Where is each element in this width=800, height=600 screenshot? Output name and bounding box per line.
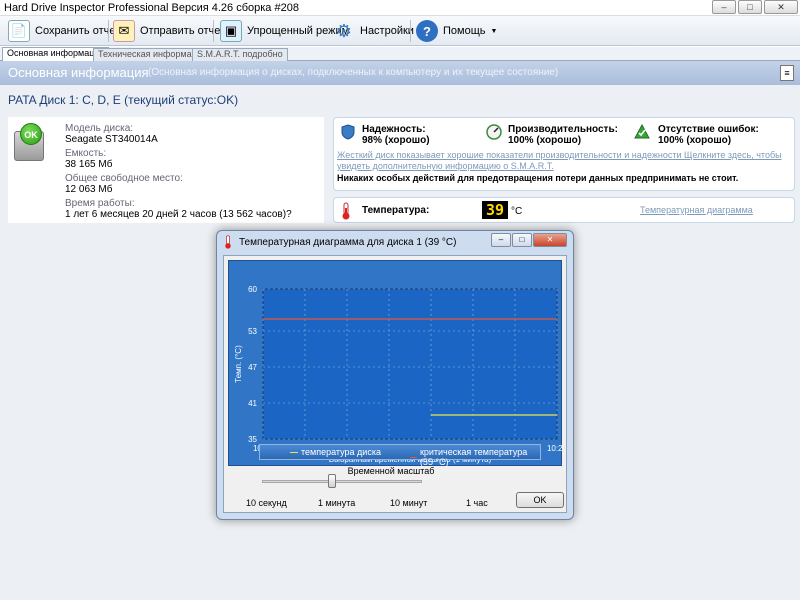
help-label: Помощь <box>443 25 486 37</box>
y-axis-label: Темп. (°C) <box>234 345 243 383</box>
disk-info-panel: OK Модель диска: Seagate ST340014A Емкос… <box>8 117 324 223</box>
send-report-button[interactable]: ✉ Отправить отчет <box>113 19 225 43</box>
model-label: Модель диска: <box>65 123 134 134</box>
y-tick-label: 60 <box>248 285 257 294</box>
temperature-chart: 10:2210:2310:2410:2510:2610:2710:2810:29… <box>228 260 568 467</box>
scale-tick-label: 10 минут <box>390 498 428 508</box>
dialog-window-controls: – □ ✕ <box>491 233 567 247</box>
y-tick-label: 47 <box>248 363 257 372</box>
save-report-icon: 📄 <box>8 20 30 42</box>
settings-button[interactable]: ⚙ Настройки <box>333 19 414 43</box>
plot-area <box>262 288 558 440</box>
uptime-value: 1 лет 6 месяцев 20 дней 2 часов (13 562 … <box>65 209 292 220</box>
toolbar-separator <box>410 20 411 42</box>
legend-critical-temp: критическая температура (55 °C) <box>410 447 540 467</box>
help-button[interactable]: ? Помощь ▼ <box>416 19 497 43</box>
toolbar-separator <box>108 20 109 42</box>
uptime-label: Время работы: <box>65 198 135 209</box>
minimize-button[interactable]: – <box>712 0 736 14</box>
legend-disk-temp-swatch <box>290 451 298 453</box>
dialog-body: 10:2210:2310:2410:2510:2610:2710:2810:29… <box>223 255 568 513</box>
simple-mode-icon: ▣ <box>220 20 242 42</box>
chart-legend: температура диска критическая температур… <box>259 444 541 467</box>
envelope-icon: ✉ <box>113 20 135 42</box>
errors-value: 100% (хорошо) <box>658 135 732 146</box>
recommendation-text: Никаких особых действий для предотвращен… <box>337 173 739 183</box>
temperature-panel: Температура: 39 °C Температурная диаграм… <box>333 197 795 223</box>
settings-label: Настройки <box>360 25 414 37</box>
y-tick-label: 53 <box>248 327 257 336</box>
y-tick-label: 35 <box>248 435 257 444</box>
scale-tick-label: 1 минута <box>318 498 356 508</box>
dialog-minimize-button[interactable]: – <box>491 233 511 247</box>
status-panel: Надежность: 98% (хорошо) Производительно… <box>333 117 795 191</box>
temperature-label: Температура: <box>362 205 430 216</box>
ok-status-icon: OK <box>20 123 42 145</box>
ok-button[interactable]: OK <box>516 492 564 508</box>
dialog-close-button[interactable]: ✕ <box>533 233 567 247</box>
window-title: Hard Drive Inspector Professional Версия… <box>4 2 299 14</box>
model-value: Seagate ST340014A <box>65 134 158 145</box>
capacity-label: Емкость: <box>65 148 107 159</box>
scale-tick-label: 10 секунд <box>246 498 287 508</box>
gear-icon: ⚙ <box>335 20 353 41</box>
tab-bar: Основная информация Техническая информац… <box>0 47 800 61</box>
scale-tick-label: 1 час <box>466 498 488 508</box>
legend-critical-temp-label: критическая температура (55 °C) <box>419 447 528 467</box>
chart-svg: 10:2210:2310:2410:2510:2610:2710:2810:29… <box>234 285 568 464</box>
reliability-label-text: Надежность: <box>362 124 426 135</box>
window-controls: – □ ✕ <box>712 0 798 14</box>
performance-label: Производительность: <box>508 124 618 135</box>
x-tick-label: 10:29 <box>547 444 563 453</box>
shield-icon <box>341 124 355 140</box>
section-title: Основная информация <box>8 65 149 80</box>
legend-disk-temp: температура диска <box>290 447 381 457</box>
toolbar: 📄 Сохранить отчет ✉ Отправить отчет ▣ Уп… <box>0 16 800 46</box>
free-space-label: Общее свободное место: <box>65 173 183 184</box>
hard-drive-icon: OK <box>14 123 48 163</box>
thermometer-icon <box>225 235 231 249</box>
help-icon: ? <box>416 20 438 42</box>
disk-title: PATA Диск 1: C, D, E (текущий статус:OK) <box>8 93 239 107</box>
temperature-unit: °C <box>511 206 523 217</box>
free-space-value: 12 063 Мб <box>65 184 113 195</box>
title-bar: Hard Drive Inspector Professional Версия… <box>0 0 800 16</box>
smart-info-link[interactable]: Жесткий диск показывает хорошие показате… <box>337 150 789 172</box>
dialog-title: Температурная диаграмма для диска 1 (39 … <box>239 237 457 248</box>
legend-critical-temp-swatch <box>410 456 417 458</box>
time-scale-slider[interactable] <box>262 480 422 483</box>
close-button[interactable]: ✕ <box>764 0 798 14</box>
errors-label-text: Отсутствие ошибок: <box>658 124 759 135</box>
performance-label-text: Производительность: <box>508 124 618 135</box>
time-scale-slider-thumb[interactable] <box>328 474 336 488</box>
thermometer-icon <box>342 202 350 220</box>
save-report-button[interactable]: 📄 Сохранить отчет <box>8 19 120 43</box>
tab-smart-details[interactable]: S.M.A.R.T. подробно <box>192 48 288 61</box>
gauge-icon <box>486 124 502 140</box>
section-subtitle: (Основная информация о дисках, подключен… <box>148 67 559 78</box>
reliability-label: Надежность: <box>362 124 426 135</box>
legend-disk-temp-label: температура диска <box>301 447 381 457</box>
toolbar-separator <box>213 20 214 42</box>
dialog-maximize-button[interactable]: □ <box>512 233 532 247</box>
temperature-chart-link[interactable]: Температурная диаграмма <box>640 205 753 215</box>
checkmark-triangle-icon <box>634 124 650 139</box>
y-tick-label: 41 <box>248 399 257 408</box>
temperature-display: 39 <box>482 201 508 219</box>
maximize-button[interactable]: □ <box>738 0 762 14</box>
errors-label: Отсутствие ошибок: <box>658 124 759 135</box>
capacity-value: 38 165 Мб <box>65 159 113 170</box>
performance-value: 100% (хорошо) <box>508 135 582 146</box>
chevron-down-icon: ▼ <box>490 27 498 35</box>
temperature-chart-dialog: Температурная диаграмма для диска 1 (39 … <box>216 230 574 520</box>
section-header: Основная информация (Основная информация… <box>0 61 800 85</box>
reliability-value: 98% (хорошо) <box>362 135 430 146</box>
report-doc-icon[interactable]: ≡ <box>780 65 794 81</box>
time-scale-label: Временной масштаб <box>347 466 435 476</box>
simple-mode-button[interactable]: ▣ Упрощенный режим <box>220 19 349 43</box>
